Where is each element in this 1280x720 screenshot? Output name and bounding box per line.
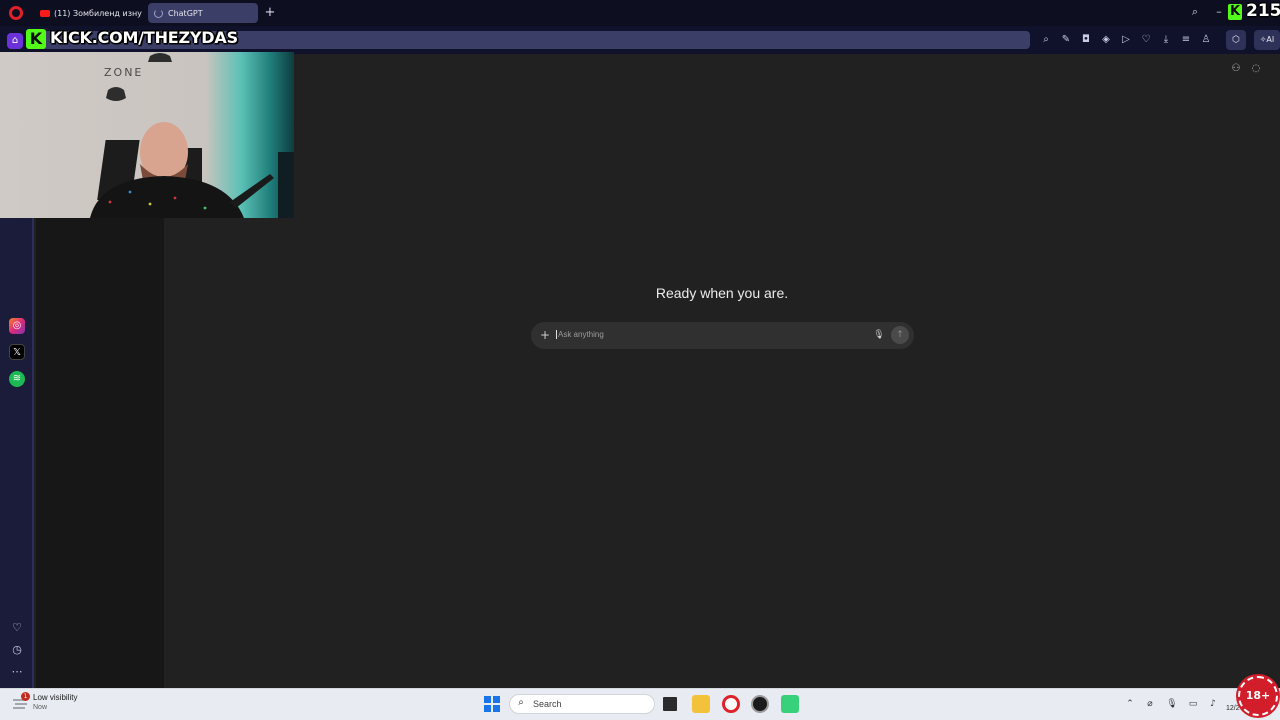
send-button[interactable]: ↑	[891, 326, 909, 344]
kick-channel-url: KICK.COM/THEZYDAS	[50, 28, 238, 47]
extensions-icon[interactable]: ⬡	[1226, 30, 1246, 50]
windows-start-icon[interactable]	[484, 696, 500, 712]
age-rating-badge: 18+	[1238, 676, 1278, 716]
tab-chatgpt[interactable]: ChatGPT	[148, 3, 258, 23]
svg-text:ZONE: ZONE	[104, 66, 143, 79]
tab-youtube[interactable]: (11) Зомбиленд изнутри	[34, 3, 142, 23]
new-tab-button[interactable]: +	[263, 6, 277, 20]
file-explorer-icon[interactable]	[692, 695, 710, 713]
spotify-icon[interactable]: ≋	[9, 371, 25, 387]
heart-icon[interactable]: ♡	[1139, 33, 1153, 47]
download-icon[interactable]: ⤓	[1159, 33, 1173, 47]
tab-title: (11) Зомбиленд изнутри	[54, 8, 142, 18]
search-page-icon[interactable]: ⌕	[1039, 33, 1053, 47]
youtube-icon	[40, 9, 50, 17]
streamer-webcam-image: ZONE	[90, 53, 294, 218]
show-hidden-icons-chevron-icon[interactable]: ⌃	[1123, 697, 1137, 711]
play-icon[interactable]: ▷	[1119, 33, 1133, 47]
microphone-icon[interactable]: 🎙︎	[872, 328, 886, 342]
x-twitter-icon[interactable]: 𝕏	[9, 344, 25, 360]
attach-plus-icon[interactable]: +	[538, 328, 552, 342]
shield-icon[interactable]: ◈	[1099, 33, 1113, 47]
taskbar-search-input[interactable]	[509, 694, 655, 714]
clock-date[interactable]: 12/2	[1226, 705, 1240, 712]
tab-title: ChatGPT	[168, 8, 203, 18]
task-view-icon[interactable]	[661, 695, 679, 713]
opera-sidebar	[0, 218, 34, 688]
search-placeholder: Search	[533, 699, 562, 709]
opera-menu-icon[interactable]	[9, 6, 23, 20]
weather-subtitle: Now	[33, 704, 48, 711]
microphone-tray-icon[interactable]: 🎙︎	[1165, 697, 1179, 711]
chatgpt-sidebar	[36, 218, 164, 688]
loading-spinner-icon	[154, 8, 163, 18]
prompt-input[interactable]: Ask anything	[556, 330, 856, 339]
kick-logo: K	[26, 29, 46, 49]
menu-icon[interactable]: ≡	[1179, 33, 1193, 47]
opera-taskbar-icon[interactable]	[722, 695, 740, 713]
history-clock-icon[interactable]: ◷	[9, 642, 25, 658]
more-options-icon[interactable]: ⋯	[9, 664, 25, 680]
search-icon: ⌕	[518, 697, 524, 708]
weather-title[interactable]: Low visibility	[33, 693, 77, 702]
obs-studio-icon[interactable]	[751, 695, 769, 713]
webcam-overlay: ZONE	[0, 52, 294, 218]
muted-notifications-icon[interactable]: ⌀	[1143, 697, 1157, 711]
temporary-chat-icon[interactable]: ◌	[1249, 62, 1263, 76]
camera-icon[interactable]: ◘	[1079, 33, 1093, 47]
ai-button[interactable]: ✧AI	[1254, 30, 1280, 50]
edit-icon[interactable]: ✎	[1059, 33, 1073, 47]
page-title: Ready when you are.	[655, 285, 789, 301]
profile-icon[interactable]: ♙	[1199, 33, 1213, 47]
tab-search-icon[interactable]: ⌕	[1187, 4, 1203, 20]
speaker-icon[interactable]: ♪	[1206, 697, 1220, 711]
share-person-icon[interactable]: ⚇	[1229, 62, 1243, 76]
home-icon[interactable]: ⌂	[7, 33, 23, 49]
favorites-heart-icon[interactable]: ♡	[9, 620, 25, 636]
minimize-window-icon[interactable]: –	[1211, 4, 1227, 20]
viewer-count: 215	[1246, 1, 1280, 21]
notification-badge: 1	[21, 692, 30, 701]
kick-viewers-icon: K	[1228, 4, 1242, 20]
chat-app-icon[interactable]	[781, 695, 799, 713]
instagram-icon[interactable]: ◎	[9, 318, 25, 334]
display-icon[interactable]: ▭	[1186, 697, 1200, 711]
